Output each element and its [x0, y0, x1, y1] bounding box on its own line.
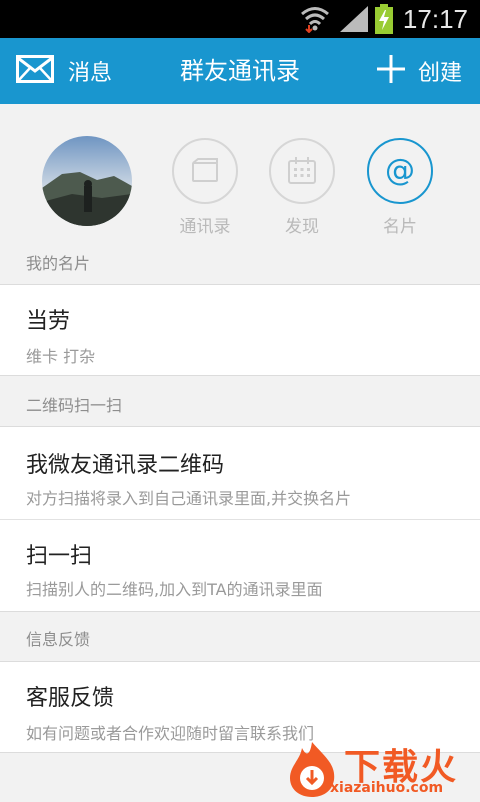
status-time: 17:17 [402, 4, 468, 34]
watermark-url: xiazaihuo.com [330, 780, 444, 796]
plus-icon [376, 54, 406, 88]
avatar[interactable] [42, 136, 132, 226]
my-qr-code-item[interactable]: 我微友通讯录二维码 对方扫描将录入到自己通讯录里面,并交换名片 [0, 427, 480, 519]
status-bar: 17:17 [0, 0, 480, 38]
section-header-qr: 二维码扫一扫 [26, 396, 123, 415]
messages-label: 消息 [68, 61, 113, 86]
feedback-title: 客服反馈 [26, 686, 115, 711]
profile-area: 通讯录 发现 @ 名片 [0, 104, 480, 244]
quick-action-discover-label: 发现 [285, 217, 319, 237]
scan-item[interactable]: 扫一扫 扫描别人的二维码,加入到TA的通讯录里面 [0, 520, 480, 612]
feedback-subtitle: 如有问题或者合作欢迎随时留言联系我们 [26, 724, 315, 743]
quick-action-contacts[interactable]: 通讯录 [172, 138, 238, 237]
my-qr-code-title: 我微友通讯录二维码 [26, 453, 225, 478]
wifi-icon [300, 5, 330, 37]
my-qr-code-subtitle: 对方扫描将录入到自己通讯录里面,并交换名片 [26, 489, 352, 508]
qr-card: 我微友通讯录二维码 对方扫描将录入到自己通讯录里面,并交换名片 扫一扫 扫描别人… [0, 426, 480, 612]
signal-icon [340, 6, 368, 36]
section-header-my-card: 我的名片 [26, 254, 91, 273]
messages-button[interactable]: 消息 [16, 38, 112, 104]
battery-charging-icon [374, 4, 394, 38]
scan-title: 扫一扫 [26, 544, 93, 569]
at-sign-icon: @ [367, 138, 433, 204]
create-button[interactable]: 创建 [376, 38, 462, 104]
my-card-detail: 维卡 打杂 [26, 347, 96, 366]
my-card-name: 当劳 [26, 309, 71, 334]
section-header-feedback: 信息反馈 [26, 630, 91, 649]
app-header: 消息 群友通讯录 创建 [0, 38, 480, 104]
quick-action-card[interactable]: @ 名片 [367, 138, 433, 237]
calendar-icon [269, 138, 335, 204]
watermark-logo: 下载火 xiazaihuo.com [284, 738, 480, 800]
quick-action-discover[interactable]: 发现 [269, 138, 335, 237]
quick-action-card-label: 名片 [383, 217, 417, 237]
scan-subtitle: 扫描别人的二维码,加入到TA的通讯录里面 [26, 580, 323, 599]
contacts-card-icon [172, 138, 238, 204]
create-label: 创建 [417, 61, 462, 86]
my-card-item[interactable]: 当劳 维卡 打杂 [0, 284, 480, 376]
quick-action-contacts-label: 通讯录 [179, 217, 231, 237]
envelope-icon [16, 55, 54, 87]
